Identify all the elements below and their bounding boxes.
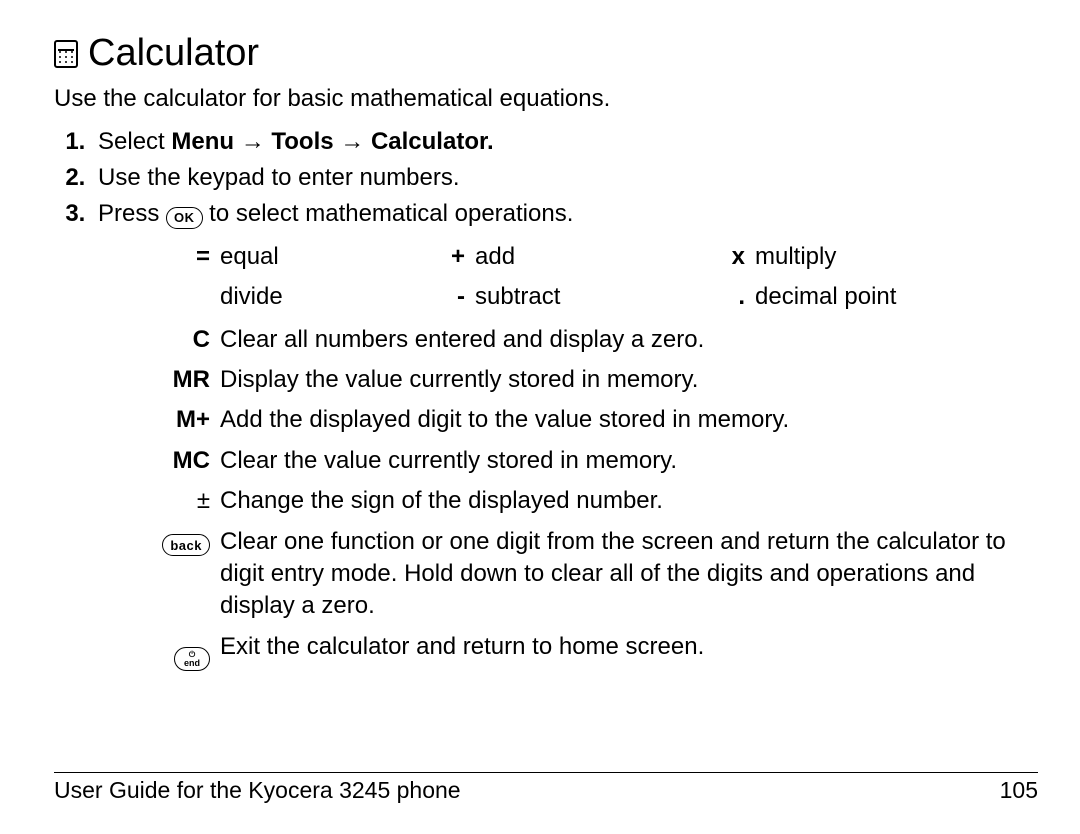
step-2: Use the keypad to enter numbers. (92, 162, 1038, 194)
definitions: =equal +add xmultiply divide -subtract .… (54, 241, 1038, 671)
def-back: back Clear one function or one digit fro… (154, 526, 1038, 623)
heading-text: Calculator (88, 28, 259, 79)
def-c: C Clear all numbers entered and display … (154, 324, 1038, 356)
page-number: 105 (1000, 775, 1038, 806)
end-key-icon: ⏻ end (174, 647, 210, 671)
back-key-icon: back (162, 534, 210, 556)
operator-grid: =equal +add xmultiply divide -subtract .… (154, 241, 1038, 314)
footer-left: User Guide for the Kyocera 3245 phone (54, 775, 461, 806)
section-heading: Calculator (54, 28, 1038, 79)
calculator-icon (54, 40, 78, 68)
step-1: Select Menu → Tools → Calculator. (92, 126, 1038, 158)
def-mplus: M+ Add the displayed digit to the value … (154, 404, 1038, 436)
steps-list: Select Menu → Tools → Calculator. Use th… (54, 126, 1038, 231)
ok-key-icon: OK (166, 207, 203, 229)
def-plusminus: ± Change the sign of the displayed numbe… (154, 485, 1038, 517)
def-mr: MR Display the value currently stored in… (154, 364, 1038, 396)
page: Calculator Use the calculator for basic … (0, 0, 1080, 834)
def-end: ⏻ end Exit the calculator and return to … (154, 631, 1038, 672)
def-mc: MC Clear the value currently stored in m… (154, 445, 1038, 477)
step-3: Press OK to select mathematical operatio… (92, 198, 1038, 230)
page-footer: User Guide for the Kyocera 3245 phone 10… (54, 772, 1038, 806)
intro-text: Use the calculator for basic mathematica… (54, 83, 1038, 115)
